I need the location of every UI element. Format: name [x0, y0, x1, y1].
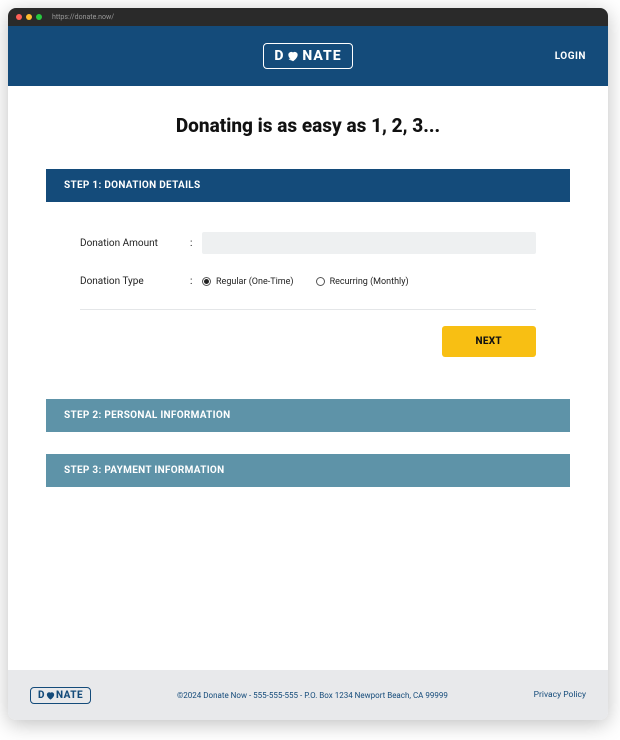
- radio-recurring-label: Recurring (Monthly): [330, 277, 409, 287]
- step-1-header: STEP 1: DONATION DETAILS: [46, 169, 570, 202]
- window-maximize-icon[interactable]: [36, 14, 42, 20]
- radio-regular[interactable]: Regular (One-Time): [202, 277, 294, 287]
- main-content: Donating is as easy as 1, 2, 3... STEP 1…: [8, 86, 608, 670]
- page-title: Donating is as easy as 1, 2, 3...: [46, 114, 570, 137]
- titlebar: https://donate.now/: [8, 8, 608, 26]
- window-close-icon[interactable]: [16, 14, 22, 20]
- logo[interactable]: D NATE: [263, 43, 352, 69]
- radio-regular-label: Regular (One-Time): [216, 277, 294, 287]
- site-header: D NATE LOGIN: [8, 26, 608, 86]
- donation-type-row: Donation Type : Regular (One-Time) Recur…: [80, 276, 536, 287]
- footer-logo-left: D: [38, 690, 45, 701]
- heart-icon: [45, 690, 56, 701]
- divider: [80, 309, 536, 310]
- footer-text: ©2024 Donate Now - 555-555-555 - P.O. Bo…: [91, 691, 534, 700]
- login-link[interactable]: LOGIN: [555, 51, 586, 62]
- donation-type-options: Regular (One-Time) Recurring (Monthly): [202, 277, 536, 287]
- next-button[interactable]: NEXT: [442, 326, 536, 357]
- donation-amount-row: Donation Amount :: [80, 232, 536, 254]
- radio-icon: [202, 277, 211, 286]
- donation-type-label: Donation Type: [80, 276, 190, 287]
- logo-text-right: NATE: [302, 48, 341, 64]
- radio-recurring[interactable]: Recurring (Monthly): [316, 277, 409, 287]
- footer-logo-right: NATE: [56, 690, 83, 701]
- step-1-body: Donation Amount : Donation Type : Regula…: [46, 202, 570, 377]
- window-minimize-icon[interactable]: [26, 14, 32, 20]
- donation-amount-input[interactable]: [202, 232, 536, 254]
- browser-window: https://donate.now/ D NATE LOGIN Donatin…: [8, 8, 608, 720]
- radio-icon: [316, 277, 325, 286]
- next-row: NEXT: [80, 326, 536, 357]
- step-3-header[interactable]: STEP 3: PAYMENT INFORMATION: [46, 454, 570, 487]
- logo-text-left: D: [274, 48, 284, 64]
- donation-amount-label: Donation Amount: [80, 238, 190, 249]
- heart-icon: [286, 49, 300, 63]
- privacy-link[interactable]: Privacy Policy: [534, 690, 586, 700]
- footer-logo[interactable]: D NATE: [30, 687, 91, 704]
- footer: D NATE ©2024 Donate Now - 555-555-555 - …: [8, 670, 608, 720]
- step-1: STEP 1: DONATION DETAILS Donation Amount…: [46, 169, 570, 377]
- step-2-header[interactable]: STEP 2: PERSONAL INFORMATION: [46, 399, 570, 432]
- url-text: https://donate.now/: [52, 13, 114, 21]
